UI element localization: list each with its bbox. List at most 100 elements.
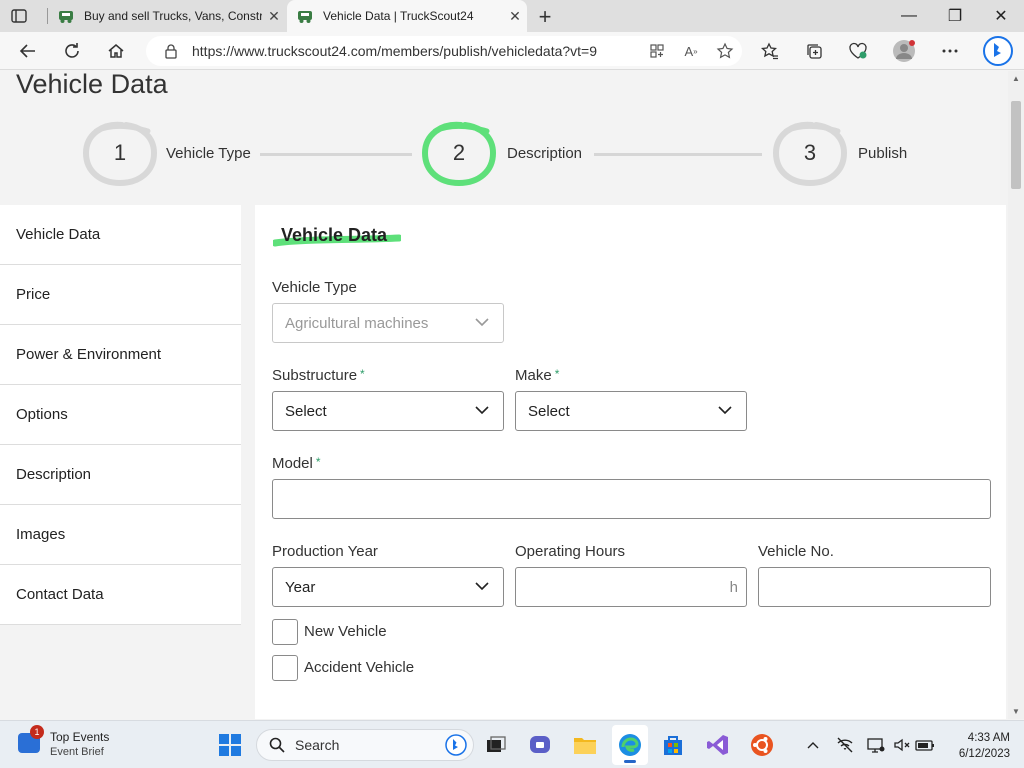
browser-essentials-icon[interactable] — [846, 39, 870, 63]
collections-icon[interactable] — [802, 39, 826, 63]
vehicle-data-form: Vehicle Data Vehicle Type Agricultural m… — [255, 205, 1006, 719]
taskbar-search[interactable]: Search — [256, 729, 474, 761]
make-select[interactable]: Select — [515, 391, 747, 431]
notification-badge: 1 — [30, 725, 44, 739]
chevron-down-icon — [718, 406, 732, 415]
model-label: Model * — [272, 455, 321, 472]
scroll-up-icon[interactable]: ▲ — [1012, 74, 1020, 83]
favorites-icon[interactable] — [758, 39, 782, 63]
new-vehicle-checkbox[interactable] — [272, 619, 298, 645]
substructure-value: Select — [285, 402, 327, 420]
vehicle-no-input[interactable] — [758, 567, 991, 607]
step-number: 1 — [113, 140, 127, 165]
step-2-label: Description — [507, 145, 583, 162]
hours-unit: h — [729, 579, 738, 596]
browser-tab-vehicle-data[interactable]: Vehicle Data | TruckScout24 ✕ — [287, 0, 527, 32]
app-available-icon[interactable] — [640, 43, 674, 59]
substructure-label: Substructure * — [272, 367, 365, 384]
sidebar-item-price[interactable]: Price — [0, 265, 241, 325]
scrollbar-thumb[interactable] — [1011, 101, 1021, 189]
page-scrollbar[interactable]: ▲ ▼ — [1008, 71, 1024, 719]
clock-date: 6/12/2023 — [958, 748, 1010, 760]
scroll-down-icon[interactable]: ▼ — [1012, 707, 1020, 716]
vehicle-type-label: Vehicle Type — [272, 279, 357, 296]
sidebar-item-contact-data[interactable]: Contact Data — [0, 565, 241, 625]
visual-studio-icon[interactable] — [706, 733, 730, 757]
teams-chat-icon[interactable] — [529, 733, 553, 757]
volume-muted-icon[interactable] — [892, 735, 912, 755]
battery-icon[interactable] — [915, 735, 935, 755]
network-off-icon[interactable] — [835, 735, 855, 755]
minimize-button[interactable]: — — [886, 0, 932, 32]
chevron-down-icon — [475, 318, 489, 327]
back-icon[interactable] — [16, 39, 40, 63]
step-connector — [260, 153, 412, 156]
make-label: Make * — [515, 367, 560, 384]
system-clock[interactable]: 4:33 AM 6/12/2023 — [940, 730, 1010, 762]
accident-vehicle-checkbox[interactable] — [272, 655, 298, 681]
bing-icon — [445, 734, 467, 756]
truckscout-favicon-icon — [298, 11, 312, 23]
required-mark: * — [360, 367, 365, 381]
address-bar[interactable]: https://www.truckscout24.com/members/pub… — [146, 36, 742, 66]
section-sidebar: Vehicle Data Price Power & Environment O… — [0, 205, 241, 625]
section-title: Vehicle Data — [281, 225, 388, 245]
windows-taskbar: 1 Top Events Event Brief Search 4:33 AM … — [0, 720, 1024, 768]
chevron-down-icon — [475, 582, 489, 591]
bing-copilot-icon[interactable] — [982, 35, 1014, 67]
production-year-select[interactable]: Year — [272, 567, 504, 607]
profile-avatar-icon[interactable] — [892, 39, 916, 63]
step-number: 3 — [803, 140, 817, 165]
show-hidden-icons-icon[interactable] — [803, 735, 823, 755]
sidebar-item-images[interactable]: Images — [0, 505, 241, 565]
windows-start-icon[interactable] — [218, 733, 242, 757]
step-3-circle[interactable]: 3 — [772, 119, 848, 187]
favorite-star-icon[interactable] — [708, 42, 742, 60]
browser-tab-truckscout-home[interactable]: Buy and sell Trucks, Vans, Constr ✕ — [48, 0, 286, 32]
sidebar-item-power-environment[interactable]: Power & Environment — [0, 325, 241, 385]
ubuntu-icon[interactable] — [750, 733, 774, 757]
step-1-circle[interactable]: 1 — [82, 119, 158, 187]
sidebar-item-options[interactable]: Options — [0, 385, 241, 445]
vehicle-type-select: Agricultural machines — [272, 303, 504, 343]
production-year-value: Year — [285, 578, 316, 596]
news-subtitle: Event Brief — [50, 746, 104, 758]
close-window-button[interactable]: ✕ — [978, 0, 1024, 32]
home-icon[interactable] — [104, 39, 128, 63]
new-tab-icon[interactable]: + — [533, 4, 557, 30]
substructure-select[interactable]: Select — [272, 391, 504, 431]
step-number: 2 — [452, 140, 466, 165]
operating-hours-label: Operating Hours — [515, 543, 626, 560]
required-mark: * — [554, 367, 560, 381]
tab-actions-icon[interactable] — [10, 7, 28, 25]
url-text: https://www.truckscout24.com/members/pub… — [192, 43, 598, 59]
model-input[interactable] — [272, 479, 991, 519]
sidebar-item-vehicle-data[interactable]: Vehicle Data — [0, 205, 241, 265]
step-1-label: Vehicle Type — [166, 145, 251, 162]
refresh-icon[interactable] — [60, 39, 84, 63]
microsoft-store-icon[interactable] — [661, 733, 685, 757]
step-connector — [594, 153, 762, 156]
task-view-icon[interactable] — [484, 733, 508, 757]
vehicle-no-label: Vehicle No. — [758, 543, 834, 560]
settings-more-icon[interactable] — [938, 39, 962, 63]
close-tab-icon[interactable]: ✕ — [503, 8, 527, 25]
file-explorer-icon[interactable] — [573, 733, 597, 757]
operating-hours-input[interactable]: h — [515, 567, 747, 607]
page-title: Vehicle Data — [16, 71, 168, 99]
browser-nav-bar: https://www.truckscout24.com/members/pub… — [0, 32, 1024, 70]
accident-vehicle-label[interactable]: Accident Vehicle — [304, 659, 414, 676]
vehicle-type-value: Agricultural machines — [285, 314, 429, 332]
news-widget[interactable]: 1 Top Events Event Brief — [18, 725, 118, 761]
maximize-button[interactable]: ❐ — [932, 0, 978, 32]
lock-icon — [165, 44, 177, 59]
step-2-circle[interactable]: 2 — [421, 119, 497, 187]
search-placeholder: Search — [295, 737, 340, 753]
close-tab-icon[interactable]: ✕ — [262, 8, 286, 25]
display-icon[interactable] — [866, 735, 886, 755]
edge-browser-icon[interactable] — [618, 733, 642, 757]
sidebar-item-description[interactable]: Description — [0, 445, 241, 505]
new-vehicle-label[interactable]: New Vehicle — [304, 623, 387, 640]
read-aloud-icon[interactable]: A» — [674, 44, 708, 59]
search-icon — [269, 737, 285, 753]
